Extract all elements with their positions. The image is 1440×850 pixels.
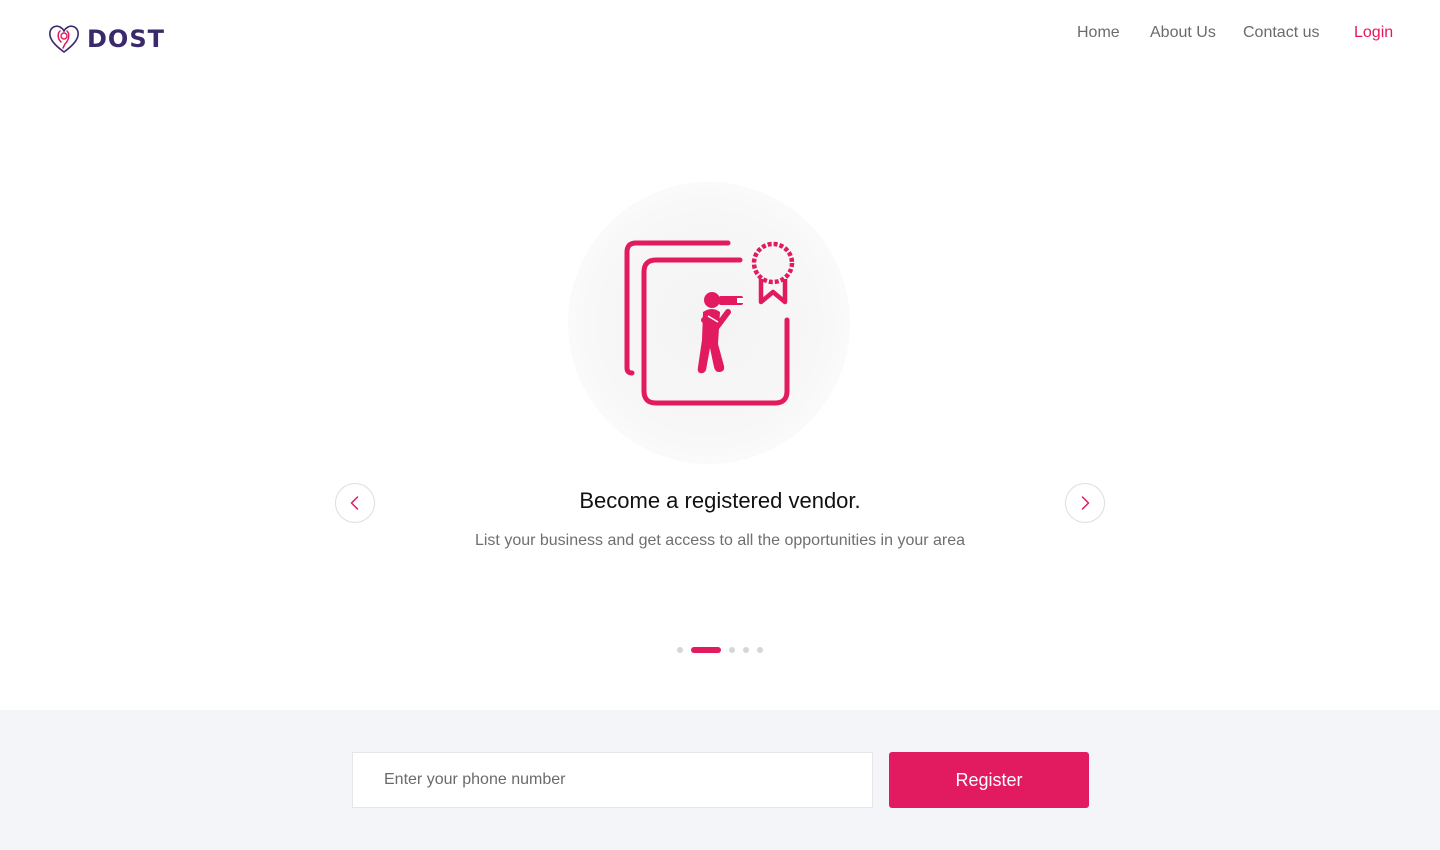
carousel: Become a registered vendor. List your bu…	[0, 78, 1440, 710]
carousel-pagination	[0, 647, 1440, 653]
register-button[interactable]: Register	[889, 752, 1089, 808]
carousel-dot[interactable]	[691, 647, 721, 653]
heart-pin-icon	[49, 25, 79, 53]
register-bar: Register	[0, 710, 1440, 850]
nav-login-link[interactable]: Login	[1354, 22, 1393, 44]
nav-contact-link[interactable]: Contact us	[1243, 22, 1319, 44]
logo[interactable]: DOST	[47, 22, 165, 56]
carousel-dot[interactable]	[677, 647, 683, 653]
nav-about-link[interactable]: About Us	[1150, 22, 1216, 44]
slide-subtitle: List your business and get access to all…	[474, 532, 966, 549]
site-header: DOST Home About Us Contact us Login	[0, 0, 1440, 78]
logo-text: DOST	[87, 25, 165, 53]
carousel-next-button[interactable]	[1065, 483, 1105, 523]
photographer-certificate-icon	[624, 240, 795, 406]
chevron-right-icon	[1081, 496, 1090, 510]
phone-input[interactable]	[352, 752, 873, 808]
nav-home-link[interactable]: Home	[1077, 22, 1120, 44]
carousel-dot[interactable]	[729, 647, 735, 653]
carousel-dot[interactable]	[757, 647, 763, 653]
carousel-dot[interactable]	[743, 647, 749, 653]
slide-title: Become a registered vendor.	[579, 488, 861, 513]
